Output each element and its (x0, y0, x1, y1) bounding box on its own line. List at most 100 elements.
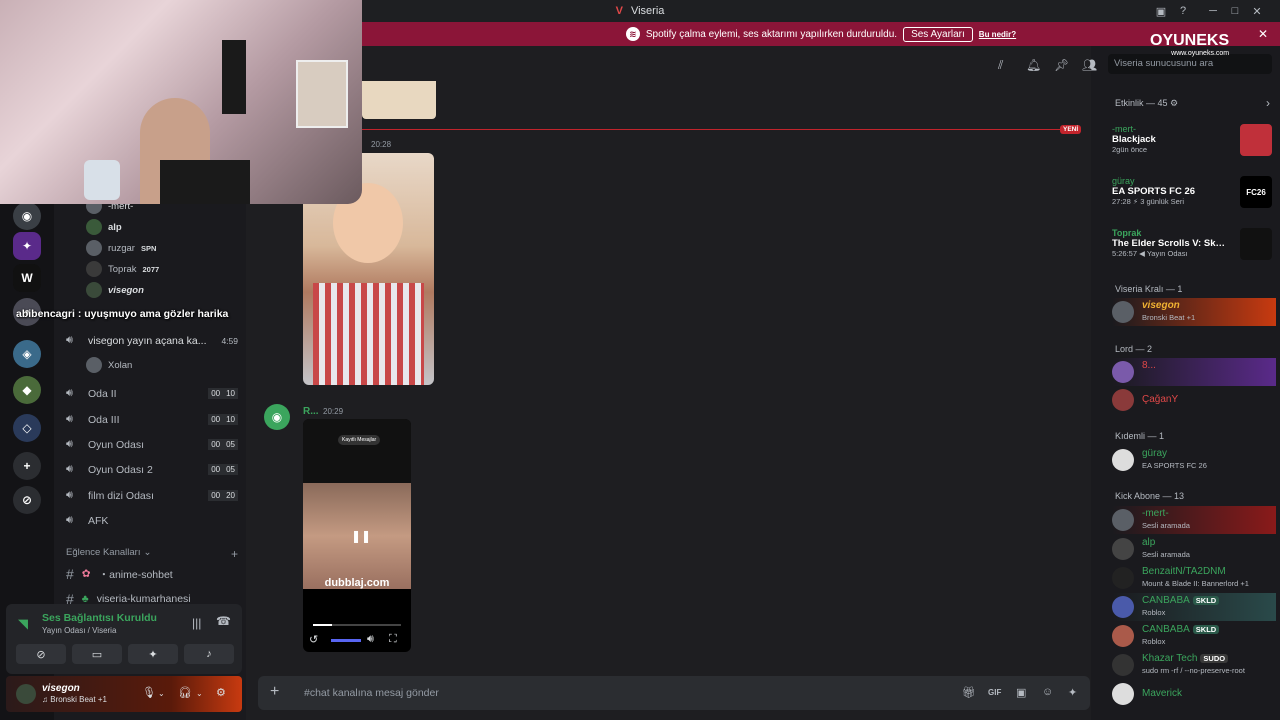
member-row[interactable]: CANBABA SKLD Roblox (1112, 622, 1276, 650)
text-channel[interactable]: # ✿ ・anime-sohbet (66, 566, 173, 582)
video-player[interactable]: Kayıtlı Mesajlar dubblaj.com ❚❚ ↺ 🔊︎ ⛶ (303, 419, 411, 652)
gift-icon[interactable]: 🎁︎ (962, 686, 976, 699)
photo-shirt (313, 283, 424, 385)
role-header: Lord — 2 (1115, 344, 1153, 354)
voice-channel-active[interactable]: 🔊︎ visegon yayın açana ka... 4:59 (66, 334, 238, 347)
fullscreen-icon[interactable]: ⛶ (389, 633, 397, 646)
headphones-icon[interactable]: 🎧︎ (178, 686, 192, 699)
voice-member[interactable]: visegon (86, 282, 144, 298)
member-name: Xolan (108, 359, 133, 371)
voice-channel[interactable]: 🔊︎ AFK (66, 514, 238, 527)
server-icon[interactable]: ◈ (13, 340, 41, 368)
volume-icon[interactable]: 🔊︎ (367, 633, 374, 646)
member-row[interactable]: ÇağanY (1112, 386, 1276, 414)
voice-member[interactable]: Xolan (86, 357, 132, 373)
emoji-icon[interactable]: ☺ (1042, 686, 1053, 698)
maximize-icon[interactable]: □ (1224, 3, 1246, 19)
member-row[interactable]: güray EA SPORTS FC 26 (1112, 446, 1276, 474)
camera-button[interactable]: ⊘ (16, 644, 66, 664)
member-list-icon[interactable]: 👥︎ (1082, 58, 1097, 72)
noise-suppression-icon[interactable]: ||| (192, 616, 201, 630)
member-row[interactable]: visegon Bronski Beat +1 (1112, 298, 1276, 326)
help-icon[interactable]: ? (1172, 3, 1194, 19)
apps-icon[interactable]: ✦ (1068, 686, 1077, 699)
discord-avatar[interactable]: ◉ (264, 404, 290, 430)
member-row[interactable]: alp Sesli aramada (1112, 535, 1276, 563)
soundboard-button[interactable]: ♪ (184, 644, 234, 664)
inbox-icon[interactable]: ▣ (1150, 3, 1172, 19)
member-row[interactable]: BenzaitN/TA2DNM Mount & Blade II: Bannerl… (1112, 564, 1276, 592)
screen-share-button[interactable]: ▭ (72, 644, 122, 664)
avatar (86, 261, 102, 277)
add-channel-icon[interactable]: + (231, 547, 238, 561)
server-icon[interactable]: ◉ (13, 202, 41, 230)
server-icon[interactable]: W (13, 264, 41, 292)
voice-member[interactable]: Toprak 2077 (86, 261, 159, 277)
minimize-icon[interactable]: ─ (1202, 3, 1224, 19)
server-icon[interactable]: ✦ (13, 232, 41, 260)
search-input[interactable]: Viseria sunucusunu ara (1108, 54, 1272, 74)
voice-channel[interactable]: 🔊︎ Oda II 00 10 (66, 387, 238, 400)
speaker-icon: 🔊︎ (66, 489, 73, 501)
user-limit: 00 20 (208, 490, 238, 501)
avatar[interactable] (16, 684, 36, 704)
gif-icon[interactable]: GIF (988, 688, 1001, 697)
volume-slider[interactable] (331, 639, 361, 642)
banner-close-icon[interactable]: ✕ (1258, 27, 1268, 41)
voice-channel[interactable]: 🔊︎ Oyun Odası 00 05 (66, 438, 238, 451)
voice-channel[interactable]: 🔊︎ film dizi Odası 00 20 (66, 489, 238, 502)
message-input[interactable]: #chat kanalına mesaj gönder (304, 687, 439, 699)
disconnect-icon[interactable]: ☎ (216, 614, 231, 628)
activity-card[interactable]: -mert- Blackjack 2gün önce (1112, 124, 1272, 158)
video-header-label: Kayıtlı Mesajlar (338, 435, 381, 445)
threads-icon[interactable]: ⫽ (998, 58, 1003, 73)
channel-name: Oyun Odası (88, 438, 145, 451)
message-author[interactable]: R... (303, 406, 319, 417)
member-row[interactable]: 8... (1112, 358, 1276, 386)
chevron-down-icon[interactable]: ⌄ (158, 689, 165, 698)
activity-card[interactable]: güray EA SPORTS FC 26 27:28 ⚡ 3 günlük S… (1112, 176, 1272, 210)
gear-icon[interactable]: ⚙ (1170, 98, 1178, 108)
member-row[interactable]: CANBABA SKLD Roblox (1112, 593, 1276, 621)
voice-member[interactable]: alp (86, 219, 122, 235)
message-image[interactable] (362, 81, 436, 119)
window-title: Viseria (630, 5, 665, 17)
voice-member[interactable]: ruzgar SPN (86, 240, 156, 256)
sticker-icon[interactable]: ▣ (1016, 686, 1026, 699)
member-row[interactable]: Maverick (1112, 680, 1276, 708)
notification-bell-icon[interactable]: 🔔︎ (1026, 58, 1041, 72)
member-row[interactable]: -mert- Sesli aramada (1112, 506, 1276, 534)
activities-button[interactable]: ✦ (128, 644, 178, 664)
audio-settings-button[interactable]: Ses Ayarları (903, 26, 973, 42)
channel-name: Oda II (88, 387, 117, 400)
fc26-thumbnail: FC26 (1240, 176, 1272, 208)
notice-banner: ≋ Spotify çalma eylemi, ses aktarımı yap… (362, 22, 1280, 46)
add-server-icon[interactable]: + (13, 452, 41, 480)
voice-channel[interactable]: 🔊︎ Oda III 00 10 (66, 413, 238, 426)
avatar (1112, 509, 1134, 531)
avatar (1112, 538, 1134, 560)
chevron-down-icon[interactable]: ⌄ (196, 689, 203, 698)
microphone-icon[interactable]: 🎙︎ (142, 686, 156, 699)
video-progress-bar[interactable] (313, 624, 401, 626)
member-row[interactable]: Khazar Tech SUDO sudo rm -rf / --no-preser… (1112, 651, 1276, 679)
pin-icon[interactable]: 📌︎ (1054, 58, 1069, 72)
member-status: EA SPORTS FC 26 (1142, 461, 1207, 470)
channel-category[interactable]: Eğlence Kanalları ⌄ + (66, 547, 238, 561)
chevron-down-icon: ⌄ (143, 547, 152, 558)
discover-icon[interactable]: ⊘ (13, 486, 41, 514)
chevron-right-icon[interactable]: › (1266, 96, 1270, 110)
activity-card[interactable]: Toprak The Elder Scrolls V: Skyrim ... 5… (1112, 228, 1272, 262)
settings-gear-icon[interactable]: ⚙ (216, 686, 226, 699)
voice-location[interactable]: Yayın Odası / Viseria (42, 626, 116, 635)
close-window-icon[interactable]: ✕ (1246, 3, 1268, 19)
attach-plus-icon[interactable]: + (270, 683, 279, 701)
server-icon[interactable]: ◆ (13, 376, 41, 404)
voice-channel[interactable]: 🔊︎ Oyun Odası 2 00 05 (66, 463, 238, 476)
server-icon[interactable]: ◇ (13, 414, 41, 442)
pause-icon[interactable]: ❚❚ (351, 529, 371, 543)
speaker-icon: 🔊︎ (66, 413, 73, 425)
replay-icon[interactable]: ↺ (309, 633, 318, 646)
what-is-this-link[interactable]: Bu nedir? (979, 30, 1016, 39)
message-timestamp: 20:29 (323, 407, 344, 416)
